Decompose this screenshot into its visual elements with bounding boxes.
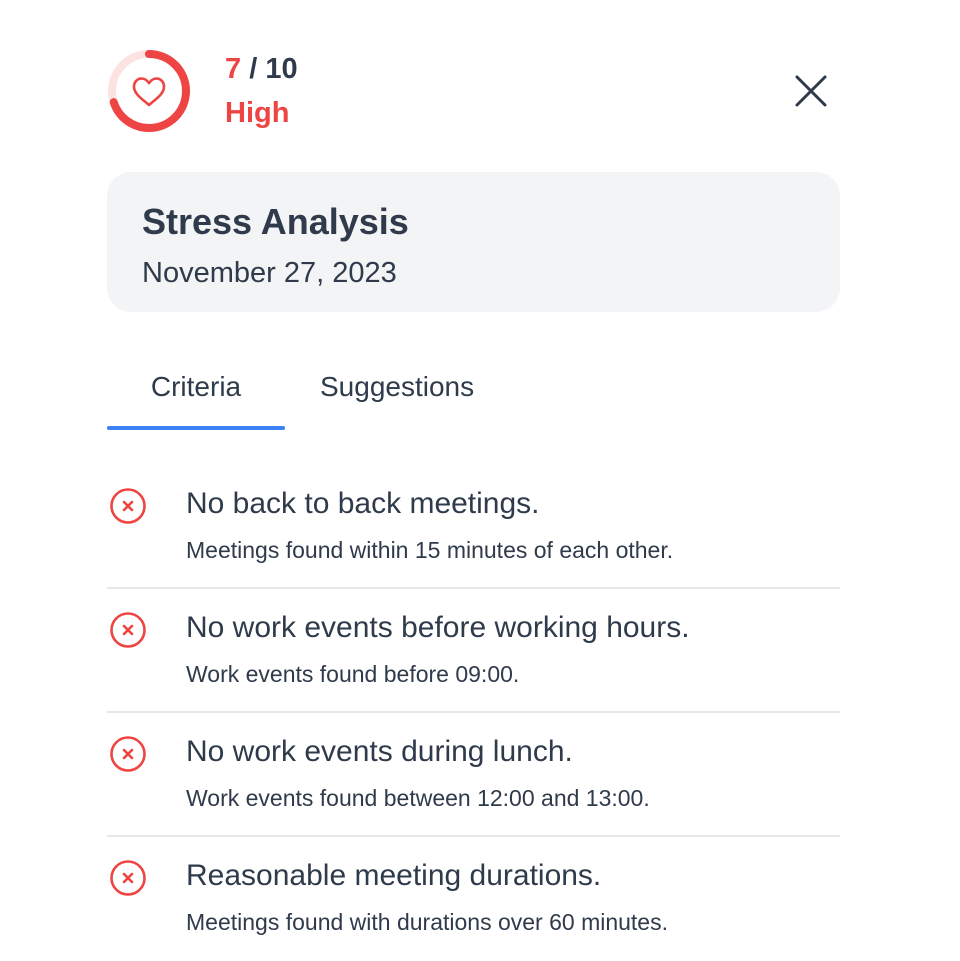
x-circle-icon bbox=[110, 612, 146, 648]
criterion-item: No back to back meetings. Meetings found… bbox=[107, 465, 840, 589]
x-circle-icon bbox=[110, 488, 146, 524]
tab-suggestions[interactable]: Suggestions bbox=[320, 362, 510, 430]
score-separator: / bbox=[241, 53, 266, 85]
criterion-title: No back to back meetings. bbox=[186, 487, 540, 520]
stress-analysis-panel: 7 / 10 High Stress Analysis November 27,… bbox=[107, 0, 840, 960]
x-circle-icon bbox=[110, 736, 146, 772]
criterion-title: No work events before working hours. bbox=[186, 611, 690, 644]
stress-level: High bbox=[225, 97, 290, 129]
criterion-detail: Work events found between 12:00 and 13:0… bbox=[186, 785, 650, 811]
criterion-detail: Work events found before 09:00. bbox=[186, 661, 520, 687]
close-button[interactable] bbox=[791, 71, 831, 111]
criterion-item: No work events during lunch. Work events… bbox=[107, 713, 840, 837]
score-ring bbox=[107, 49, 191, 133]
tab-bar: Criteria Suggestions bbox=[107, 362, 840, 432]
criterion-detail: Meetings found within 15 minutes of each… bbox=[186, 537, 674, 563]
tab-criteria-label: Criteria bbox=[150, 371, 242, 402]
tab-criteria[interactable]: Criteria bbox=[107, 362, 285, 430]
score-value: 7 bbox=[225, 53, 242, 85]
criterion-title: No work events during lunch. bbox=[186, 735, 573, 768]
criterion-title: Reasonable meeting durations. bbox=[186, 859, 602, 892]
analysis-date: November 27, 2023 bbox=[142, 257, 397, 289]
page-title: Stress Analysis bbox=[142, 201, 409, 242]
heart-icon bbox=[132, 77, 166, 107]
score-ring-graphic bbox=[108, 50, 190, 132]
criterion-item: No work events before working hours. Wor… bbox=[107, 589, 840, 713]
active-tab-indicator bbox=[107, 426, 285, 430]
header: 7 / 10 High bbox=[107, 47, 840, 137]
x-circle-icon bbox=[110, 860, 146, 896]
criterion-detail: Meetings found with durations over 60 mi… bbox=[186, 909, 668, 935]
score-max: 10 bbox=[265, 53, 298, 85]
tab-suggestions-label: Suggestions bbox=[320, 371, 475, 402]
close-icon bbox=[795, 75, 827, 107]
summary-card: Stress Analysis November 27, 2023 bbox=[107, 172, 840, 312]
criterion-item: Reasonable meeting durations. Meetings f… bbox=[107, 837, 840, 961]
criteria-list: No back to back meetings. Meetings found… bbox=[107, 465, 840, 961]
stress-score: 7 / 10 bbox=[225, 53, 298, 85]
